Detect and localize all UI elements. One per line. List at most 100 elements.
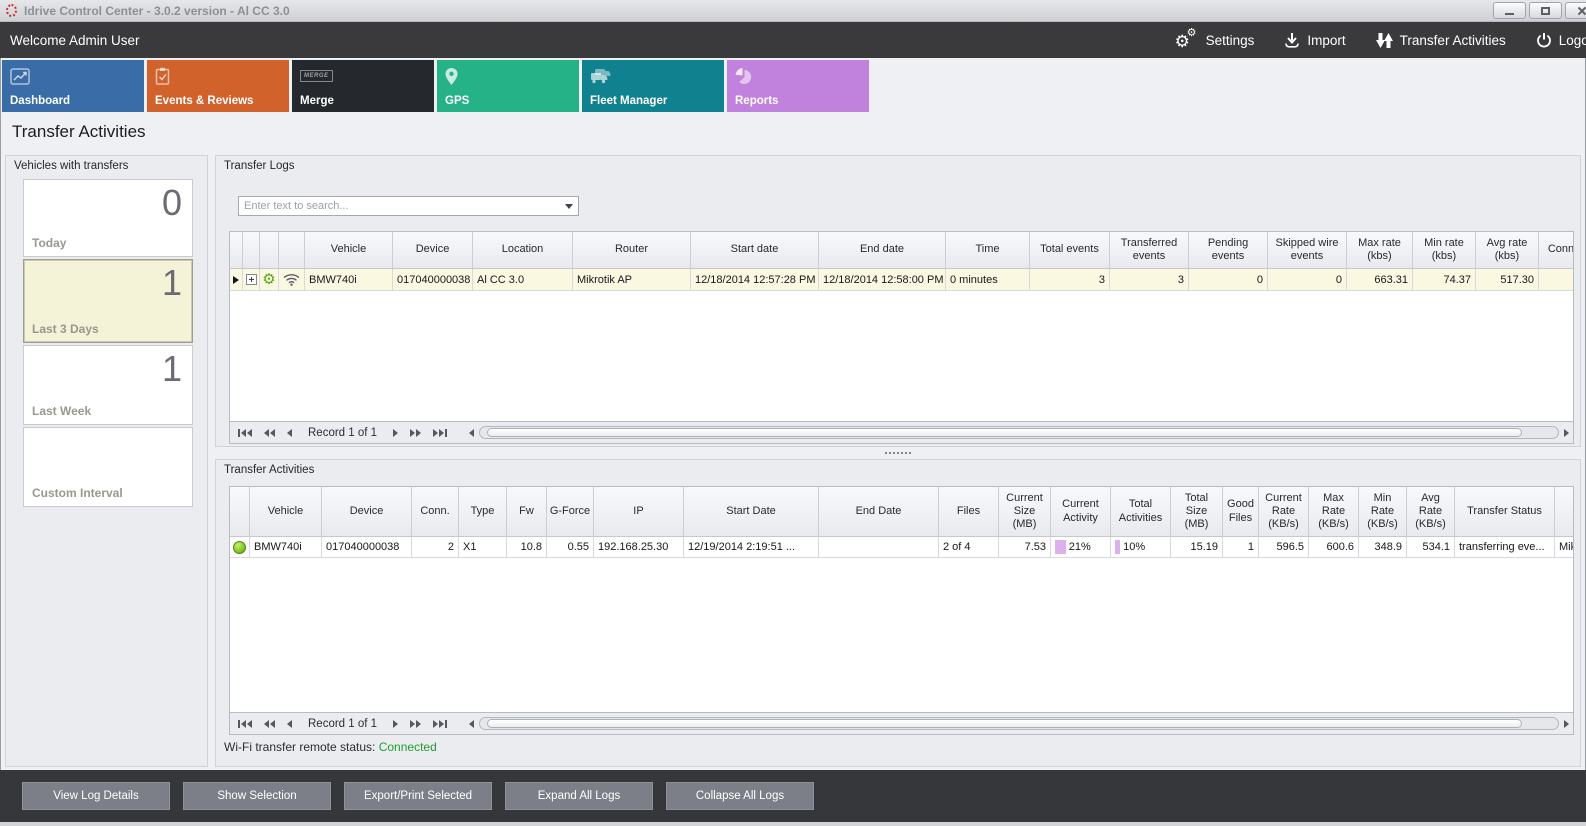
next-page-button[interactable] <box>406 427 425 439</box>
column-header-location[interactable]: Location <box>473 232 573 269</box>
scrollbar-thumb[interactable] <box>487 428 1522 437</box>
last-record-button[interactable] <box>429 427 451 439</box>
tile-fleet-manager[interactable]: Fleet Manager <box>582 60 724 112</box>
column-header-min-rate-kbs[interactable]: Min rate (kbs) <box>1413 232 1476 269</box>
scroll-right-button[interactable] <box>1564 429 1569 437</box>
collapse-all-logs-button[interactable]: Collapse All Logs <box>666 782 814 810</box>
column-header-files[interactable]: Files <box>939 487 999 537</box>
column-header-transfer-status[interactable]: Transfer Status <box>1455 487 1555 537</box>
column-header-g-force[interactable]: G-Force <box>547 487 594 537</box>
column-header-end-date[interactable]: End date <box>819 232 946 269</box>
column-header-start-date[interactable]: Start Date <box>684 487 819 537</box>
column-header-ip[interactable]: IP <box>594 487 684 537</box>
scroll-right-button[interactable] <box>1564 720 1569 728</box>
column-header-total-size-mb[interactable]: Total Size (MB) <box>1171 487 1223 537</box>
scroll-left-button[interactable] <box>469 720 474 728</box>
action-import[interactable]: Import <box>1284 32 1345 48</box>
column-header-transferred-events[interactable]: Transferred events <box>1110 232 1189 269</box>
maximize-icon <box>1541 7 1550 15</box>
cell-device: 017040000038 <box>393 269 473 291</box>
column-header-max-rate-kb-s[interactable]: Max Rate (KB/s) <box>1309 487 1359 537</box>
column-header-type[interactable]: Type <box>459 487 507 537</box>
prev-page-button[interactable] <box>260 427 279 439</box>
cell-skipped-wire-events: 0 <box>1268 269 1347 291</box>
action-logout[interactable]: Logout <box>1536 32 1586 48</box>
cell-end-date: 12/18/2014 12:58:00 PM <box>819 269 946 291</box>
scroll-left-button[interactable] <box>469 429 474 437</box>
action-settings[interactable]: ⚙⚙Settings <box>1175 29 1255 51</box>
tile-gps[interactable]: GPS <box>437 60 579 112</box>
search-dropdown-button[interactable] <box>560 197 578 215</box>
column-header-skipped-wire-events[interactable]: Skipped wire events <box>1268 232 1347 269</box>
column-header-end-date[interactable]: End Date <box>819 487 939 537</box>
row-expand-cell[interactable] <box>243 269 260 291</box>
cell-fw: 10.8 <box>507 537 547 558</box>
column-header-current-size-mb[interactable]: Current Size (MB) <box>999 487 1051 537</box>
tile-reports[interactable]: Reports <box>727 60 869 112</box>
column-header-vehicle[interactable]: Vehicle <box>250 487 322 537</box>
search-input[interactable] <box>239 197 560 215</box>
first-record-button[interactable] <box>234 718 256 730</box>
transfer-activities-panel: Transfer Activities VehicleDeviceConn.Ty… <box>215 459 1581 767</box>
tile-dashboard[interactable]: Dashboard <box>2 60 144 112</box>
column-header-conn[interactable]: Conn. <box>412 487 459 537</box>
column-header-avg-rate-kbs[interactable]: Avg rate (kbs) <box>1476 232 1539 269</box>
last-record-button[interactable] <box>429 718 451 730</box>
transfer-logs-title: Transfer Logs <box>224 160 295 172</box>
column-header-time[interactable]: Time <box>946 232 1030 269</box>
tile-gps-label: GPS <box>445 95 469 107</box>
card-last-3-days[interactable]: 1Last 3 Days <box>23 259 193 343</box>
column-header-conn[interactable]: Conn. <box>1539 232 1574 269</box>
column-header-device[interactable]: Device <box>322 487 412 537</box>
table-row[interactable]: BMW740i0170400000382X110.80.55192.168.25… <box>230 537 1574 558</box>
column-header-total-activities[interactable]: Total Activities <box>1111 487 1171 537</box>
column-header-device[interactable]: Device <box>393 232 473 269</box>
card-custom-interval[interactable]: Custom Interval <box>23 427 193 507</box>
tile-events-reviews-label: Events & Reviews <box>155 95 253 107</box>
scrollbar-track[interactable] <box>479 717 1559 730</box>
column-header-total-events[interactable]: Total events <box>1030 232 1110 269</box>
scrollbar-track[interactable] <box>479 426 1559 439</box>
column-header-pending-events[interactable]: Pending events <box>1189 232 1268 269</box>
panel-splitter[interactable] <box>215 447 1581 459</box>
close-button[interactable] <box>1565 2 1586 19</box>
action-import-label: Import <box>1307 33 1345 48</box>
tile-merge[interactable]: MERGEMerge <box>292 60 434 112</box>
clipboard-icon <box>155 67 170 85</box>
card-today[interactable]: 0Today <box>23 179 193 257</box>
next-page-button[interactable] <box>406 718 425 730</box>
column-header-min-rate-kb-s[interactable]: Min Rate (KB/s) <box>1359 487 1407 537</box>
pie-chart-icon <box>735 66 752 86</box>
prev-record-button[interactable] <box>283 718 296 730</box>
column-header-avg-rate-kb-s[interactable]: Avg Rate (KB/s) <box>1407 487 1455 537</box>
prev-page-button[interactable] <box>260 718 279 730</box>
scrollbar-thumb[interactable] <box>487 719 1522 728</box>
action-transfer-activities[interactable]: Transfer Activities <box>1376 33 1506 48</box>
cell-max-rate-kbs: 663.31 <box>1347 269 1413 291</box>
minimize-button[interactable] <box>1493 2 1526 19</box>
maximize-button[interactable] <box>1529 2 1562 19</box>
column-header-router[interactable]: Router <box>573 232 691 269</box>
column-header-start-date[interactable]: Start date <box>691 232 819 269</box>
card-last-week[interactable]: 1Last Week <box>23 345 193 425</box>
column-header-max-rate-kbs[interactable]: Max rate (kbs) <box>1347 232 1413 269</box>
table-row[interactable]: ⚙BMW740i017040000038Al CC 3.0Mikrotik AP… <box>230 269 1574 291</box>
column-header-current-rate-kb-s[interactable]: Current Rate (KB/s) <box>1259 487 1309 537</box>
export-print-selected-button[interactable]: Export/Print Selected <box>344 782 492 810</box>
cell-conn: 2 <box>412 537 459 558</box>
column-header-current-activity[interactable]: Current Activity <box>1051 487 1111 537</box>
view-log-details-button[interactable]: View Log Details <box>22 782 170 810</box>
expand-all-logs-button[interactable]: Expand All Logs <box>505 782 653 810</box>
column-header-good-files[interactable]: Good Files <box>1223 487 1259 537</box>
record-status: Record 1 of 1 <box>308 718 377 730</box>
prev-record-button[interactable] <box>283 427 296 439</box>
next-record-button[interactable] <box>389 718 402 730</box>
tile-events-reviews[interactable]: Events & Reviews <box>147 60 289 112</box>
column-header-router[interactable]: Router <box>1555 487 1574 537</box>
show-selection-button[interactable]: Show Selection <box>183 782 331 810</box>
column-header-fw[interactable]: Fw <box>507 487 547 537</box>
transfer-arrows-icon <box>1376 33 1393 48</box>
first-record-button[interactable] <box>234 427 256 439</box>
column-header-vehicle[interactable]: Vehicle <box>305 232 393 269</box>
next-record-button[interactable] <box>389 427 402 439</box>
